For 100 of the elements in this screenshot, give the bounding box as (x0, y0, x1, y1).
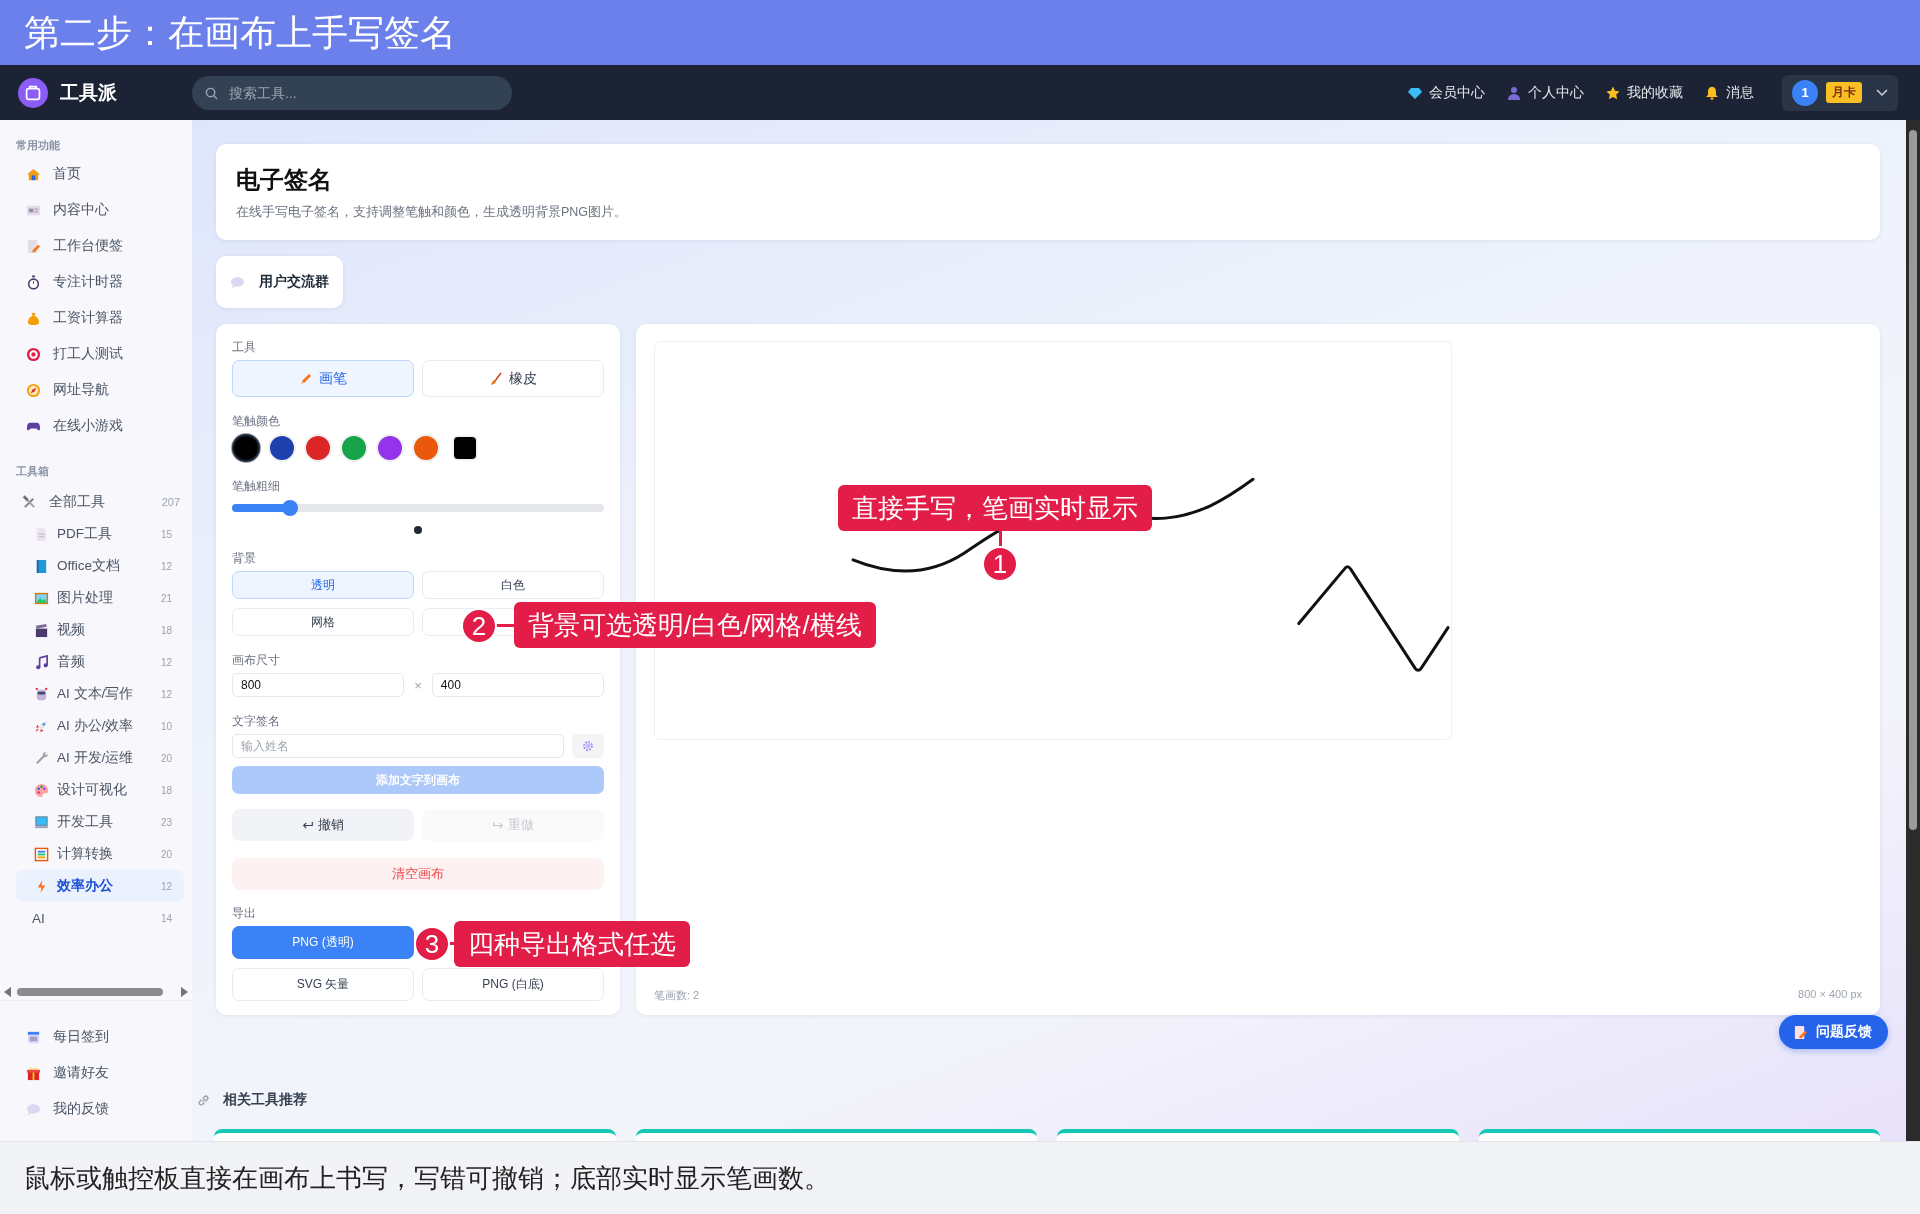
export-button[interactable]: SVG 矢量 (232, 968, 414, 1001)
sidebar-item[interactable]: 效率办公 12 (16, 870, 184, 902)
nav-link[interactable]: 会员中心 (1408, 83, 1485, 102)
stopwatch-icon (26, 274, 41, 290)
section-title: 常用功能 (16, 138, 61, 153)
document-icon (34, 526, 49, 542)
undo-button[interactable]: 撤销 (232, 809, 414, 841)
sidebar-item[interactable]: 每日签到 (16, 1019, 184, 1055)
sidebar-item[interactable]: 我的反馈 (16, 1091, 184, 1127)
sidebar-item[interactable]: 视频 18 (16, 614, 184, 646)
search-field[interactable]: 搜索工具... (192, 75, 512, 110)
sidebar-item[interactable]: 设计可视化 18 (16, 774, 184, 806)
money-bag-icon (26, 310, 41, 326)
community-button[interactable]: 用户交流群 (216, 256, 343, 308)
sidebar-item[interactable]: 内容中心 (16, 192, 184, 228)
star-icon (1606, 85, 1620, 100)
sidebar-item[interactable]: 图片处理 21 (16, 582, 184, 614)
sidebar-item[interactable]: AI 开发/运维 20 (16, 742, 184, 774)
compass-icon (26, 382, 41, 398)
sidebar-item[interactable]: AI 14 (16, 902, 184, 934)
sidebar-item[interactable]: 计算转换 20 (16, 838, 184, 870)
search-icon (204, 85, 219, 101)
tool-button[interactable]: 画笔 (232, 360, 414, 397)
vertical-scrollbar[interactable] (1906, 120, 1920, 1141)
sidebar-item[interactable]: 开发工具 23 (16, 806, 184, 838)
field-label: 文字签名 (232, 714, 280, 728)
bell-icon (1705, 85, 1719, 100)
field-label: 画布尺寸 (232, 653, 280, 667)
section-title: 相关工具推荐 (223, 1091, 307, 1109)
palette-icon (34, 782, 49, 798)
sidebar-item[interactable]: 网址导航 (16, 372, 184, 408)
brush-icon (489, 371, 503, 386)
field-label: 工具 (232, 340, 256, 354)
rocket-icon (34, 718, 49, 734)
user-menu[interactable]: 1 月卡 (1782, 74, 1898, 111)
sidebar-item[interactable]: AI 文本/写作 12 (16, 678, 184, 710)
field-label: 导出 (232, 906, 256, 920)
callout-tooltip: 背景可选透明/白色/网格/横线 (514, 602, 876, 648)
sidebar-item[interactable]: 专注计时器 (16, 264, 184, 300)
sidebar-item[interactable]: AI 办公/效率 10 (16, 710, 184, 742)
name-input[interactable]: 输入姓名 (232, 734, 564, 758)
background-option[interactable]: 透明 (232, 571, 414, 599)
sidebar-item[interactable]: 全部工具 207 (16, 486, 184, 518)
nav-link[interactable]: 个人中心 (1507, 83, 1584, 102)
callout-tooltip: 直接手写，笔画实时显示 (838, 485, 1152, 531)
color-swatch[interactable] (232, 434, 260, 462)
nav-link[interactable]: 我的收藏 (1606, 83, 1683, 102)
clear-canvas-button[interactable]: 清空画布 (232, 858, 604, 890)
height-input[interactable]: 400 (431, 673, 604, 697)
speech-bubble-icon (230, 274, 245, 290)
sidebar-item[interactable]: 邀请好友 (16, 1055, 184, 1091)
field-label: 笔触粗细 (232, 479, 280, 493)
briefcase-logo-icon (18, 77, 48, 108)
diamond-icon (1408, 85, 1422, 100)
hammer-wrench-icon (22, 494, 37, 510)
width-input[interactable]: 800 (232, 673, 405, 697)
callout-tooltip: 四种导出格式任选 (454, 921, 690, 967)
settings-button[interactable] (572, 734, 604, 758)
brush-size-preview (413, 525, 423, 535)
robot-icon (34, 686, 49, 702)
music-note-icon (34, 654, 49, 670)
brand-name[interactable]: 工具派 (60, 79, 117, 106)
background-option[interactable]: 白色 (422, 571, 604, 599)
pencil-icon (299, 371, 313, 386)
sidebar-item[interactable]: 打工人测试 (16, 336, 184, 372)
link-icon (196, 1092, 211, 1108)
times-sign: × (413, 677, 423, 693)
sidebar-item[interactable]: 首页 (16, 156, 184, 192)
export-button[interactable]: PNG (白底) (422, 968, 604, 1001)
field-label: 背景 (232, 551, 256, 565)
page-title: 电子签名 (236, 165, 333, 195)
nav-link[interactable]: 消息 (1705, 83, 1754, 102)
feedback-button[interactable]: 问题反馈 (1779, 1015, 1888, 1049)
avatar: 1 (1792, 79, 1818, 106)
page-description: 在线手写电子签名，支持调整笔触和颜色，生成透明背景PNG图片。 (236, 204, 629, 221)
sidebar-item[interactable]: 工作台便签 (16, 228, 184, 264)
section-title: 工具箱 (16, 464, 50, 479)
target-icon (26, 346, 41, 362)
color-picker[interactable] (452, 435, 478, 461)
book-icon (34, 558, 49, 574)
caption-text: 鼠标或触控板直接在画布上书写，写错可撤销；底部实时显示笔画数。 (0, 1141, 1920, 1214)
house-icon (26, 166, 41, 182)
background-option[interactable]: 网格 (232, 608, 414, 636)
stroke-count: 笔画数: 2 (654, 988, 700, 1003)
sidebar-item[interactable]: 在线小游戏 (16, 408, 184, 444)
speech-bubble-icon (26, 1101, 41, 1117)
abacus-icon (34, 846, 49, 862)
sidebar-item[interactable]: Office文档 12 (16, 550, 184, 582)
sidebar-item[interactable]: 音频 12 (16, 646, 184, 678)
note-icon (1793, 1024, 1808, 1040)
sidebar-item[interactable]: 工资计算器 (16, 300, 184, 336)
sidebar-item[interactable]: PDF工具 15 (16, 518, 184, 550)
picture-icon (34, 590, 49, 606)
export-button[interactable]: PNG (透明) (232, 926, 414, 959)
clapperboard-icon (34, 622, 49, 638)
gift-icon (26, 1065, 41, 1081)
membership-badge: 月卡 (1826, 82, 1862, 103)
chevron-down-icon (1876, 88, 1888, 97)
person-icon (1507, 85, 1521, 100)
tool-button[interactable]: 橡皮 (422, 360, 604, 397)
